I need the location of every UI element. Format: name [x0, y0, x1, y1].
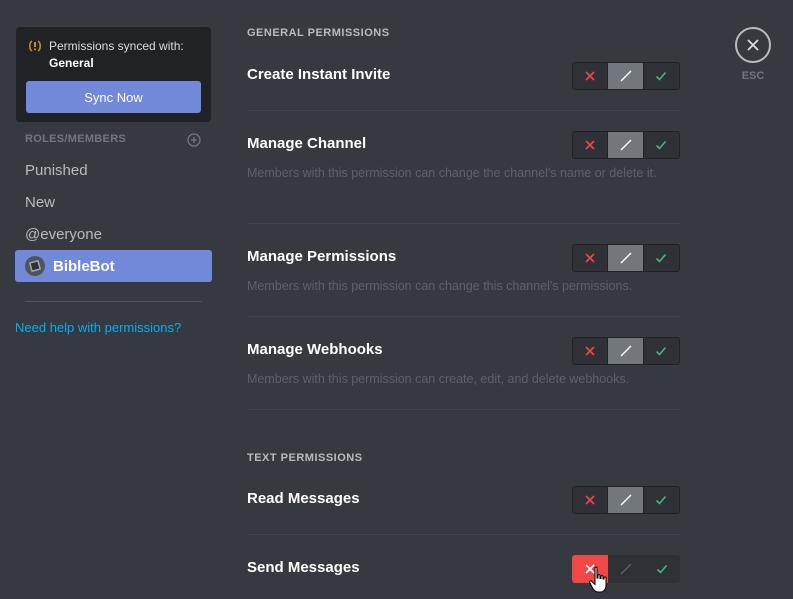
allow-button[interactable]	[644, 555, 680, 583]
x-icon	[585, 495, 595, 505]
sync-category-name: General	[49, 56, 94, 70]
neutral-button[interactable]	[608, 555, 644, 583]
deny-button[interactable]	[573, 487, 609, 513]
slash-icon	[620, 70, 632, 82]
divider	[247, 223, 680, 224]
permissions-panel: GENERAL PERMISSIONS Create Instant Invit…	[247, 0, 680, 599]
hand-cursor-icon	[589, 566, 607, 593]
member-label: BibleBot	[53, 257, 115, 275]
divider	[247, 110, 680, 111]
sidebar-divider	[25, 301, 202, 302]
allow-button[interactable]	[644, 338, 679, 364]
check-icon	[656, 564, 668, 574]
role-item-punished[interactable]: Punished	[15, 154, 212, 186]
deny-button[interactable]	[573, 132, 609, 158]
sync-now-button[interactable]: Sync Now	[26, 81, 201, 113]
permission-description: Members with this permission can change …	[247, 279, 633, 293]
permission-toggle-manage-permissions	[572, 244, 680, 272]
neutral-button[interactable]	[608, 338, 644, 364]
plus-circle-icon[interactable]	[187, 133, 201, 147]
role-label: @everyone	[25, 225, 102, 243]
permission-toggle-manage-channel	[572, 131, 680, 159]
slash-icon	[620, 494, 632, 506]
permission-name: Create Instant Invite	[247, 66, 391, 83]
avatar	[25, 256, 45, 276]
divider	[247, 316, 680, 317]
check-icon	[656, 253, 667, 263]
esc-label: ESC	[741, 70, 765, 82]
permission-name: Send Messages	[247, 559, 360, 576]
close-button[interactable]	[735, 27, 771, 63]
x-icon	[585, 71, 595, 81]
member-item-biblebot[interactable]: BibleBot	[15, 250, 212, 282]
slash-icon	[620, 139, 632, 151]
slash-icon	[620, 345, 632, 357]
deny-button[interactable]	[573, 63, 609, 89]
sync-status-text: Permissions synced with:	[49, 39, 184, 53]
check-icon	[656, 346, 667, 356]
slash-icon	[620, 563, 632, 575]
permission-name: Read Messages	[247, 490, 360, 507]
allow-button[interactable]	[644, 132, 679, 158]
close-icon	[747, 39, 759, 51]
check-icon	[656, 495, 667, 505]
role-item-everyone[interactable]: @everyone	[15, 218, 212, 250]
neutral-button[interactable]	[608, 487, 644, 513]
deny-button[interactable]	[573, 245, 609, 271]
divider	[247, 534, 680, 535]
roles-members-header: ROLES/MEMBERS	[25, 133, 127, 145]
permission-toggle-create-instant-invite	[572, 62, 680, 90]
sync-panel: Permissions synced with: General Sync No…	[16, 27, 211, 122]
slash-icon	[620, 252, 632, 264]
x-icon	[585, 253, 595, 263]
section-title-text: TEXT PERMISSIONS	[247, 452, 363, 464]
section-title-general: GENERAL PERMISSIONS	[247, 27, 390, 39]
sidebar: Permissions synced with: General Sync No…	[0, 0, 226, 599]
x-icon	[585, 140, 595, 150]
allow-button[interactable]	[644, 63, 679, 89]
permission-name: Manage Webhooks	[247, 341, 383, 358]
sync-warning-icon	[28, 40, 42, 52]
permission-name: Manage Channel	[247, 135, 367, 152]
book-icon	[29, 260, 41, 272]
allow-button[interactable]	[644, 245, 679, 271]
role-item-new[interactable]: New	[15, 186, 212, 218]
permissions-help-link[interactable]: Need help with permissions?	[15, 320, 181, 335]
check-icon	[656, 140, 667, 150]
permission-description: Members with this permission can change …	[247, 166, 657, 180]
permission-description: Members with this permission can create,…	[247, 372, 630, 386]
x-icon	[585, 346, 595, 356]
allow-button[interactable]	[644, 487, 679, 513]
check-icon	[656, 71, 667, 81]
deny-button[interactable]	[573, 338, 609, 364]
permission-toggle-read-messages	[572, 486, 680, 514]
neutral-button[interactable]	[608, 132, 644, 158]
neutral-button[interactable]	[608, 245, 644, 271]
divider	[247, 409, 680, 410]
role-label: New	[25, 193, 56, 211]
permission-toggle-manage-webhooks	[572, 337, 680, 365]
permission-name: Manage Permissions	[247, 248, 397, 265]
neutral-button[interactable]	[608, 63, 644, 89]
role-label: Punished	[25, 161, 88, 179]
